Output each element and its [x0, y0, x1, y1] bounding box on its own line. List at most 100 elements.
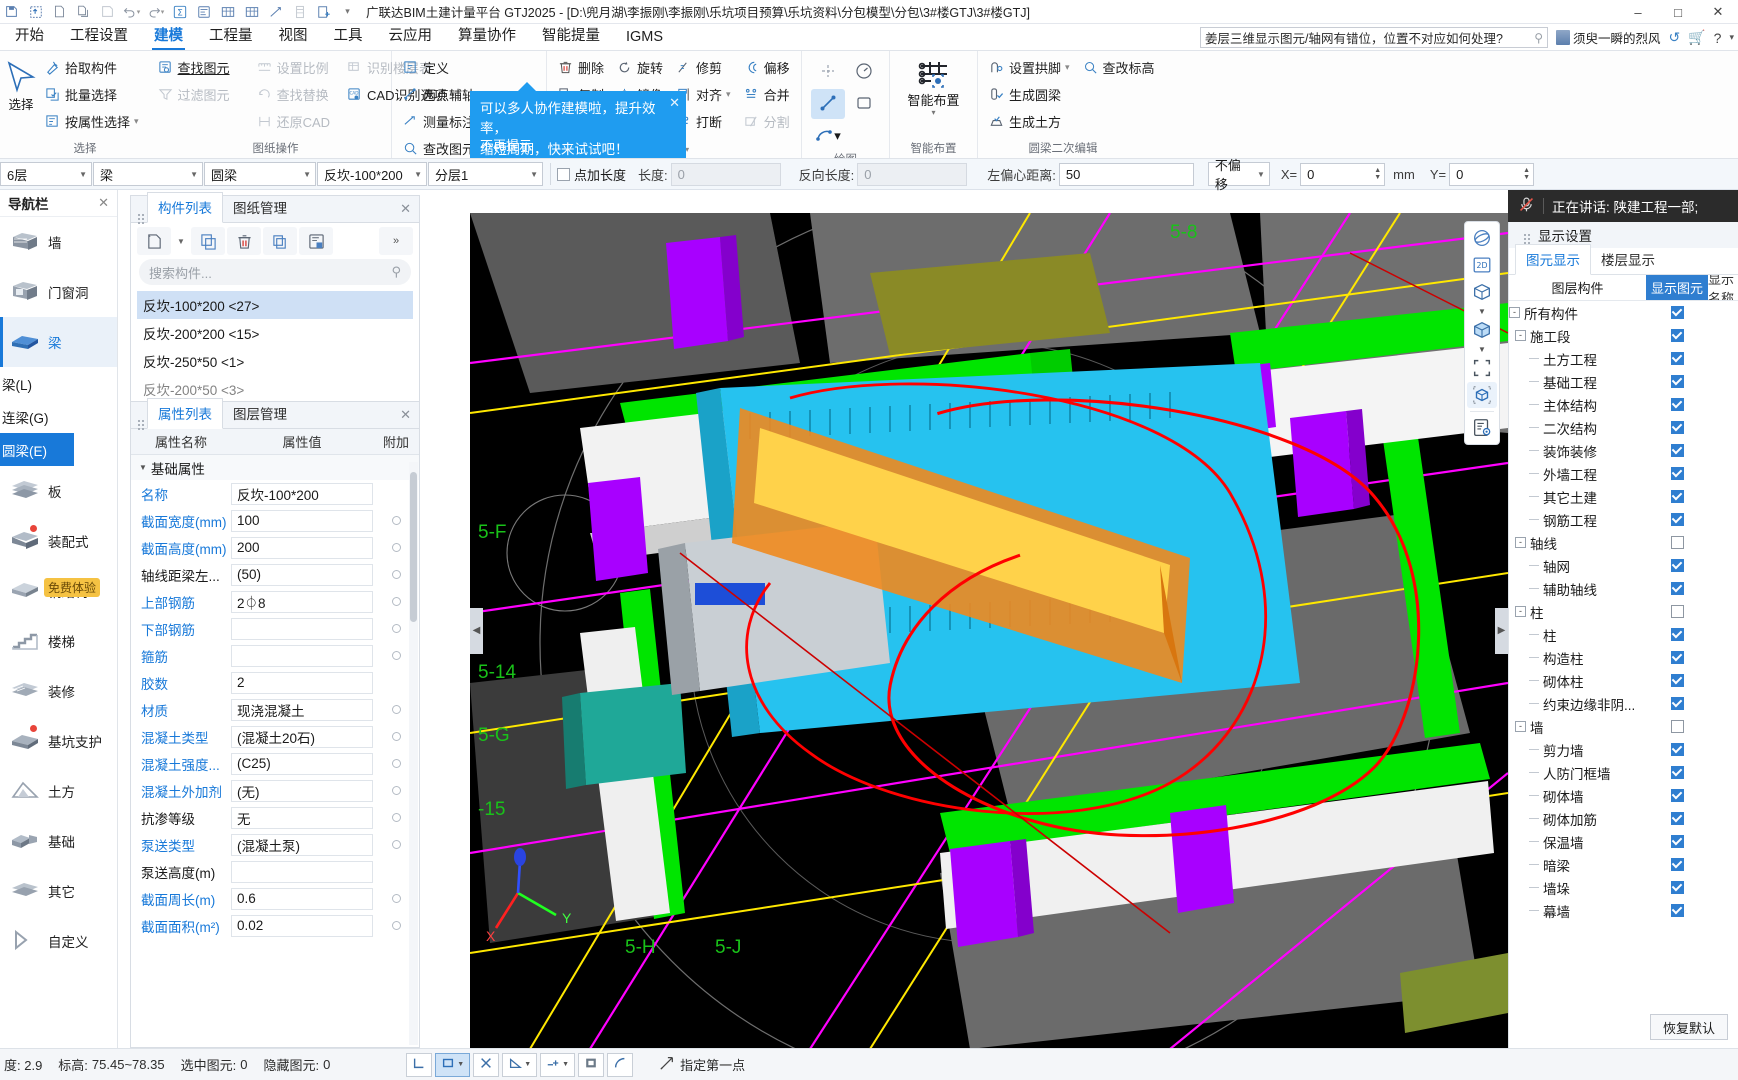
draw-point-button[interactable]: [811, 57, 845, 87]
close-button[interactable]: ✕: [1698, 0, 1738, 24]
table1-icon[interactable]: [218, 3, 237, 21]
layer-row[interactable]: 其它土建: [1509, 485, 1738, 508]
gen-earthwork-button[interactable]: 生成土方: [983, 108, 1075, 134]
layer-row[interactable]: 钢筋工程: [1509, 508, 1738, 531]
show-element-checkbox[interactable]: [1646, 720, 1708, 733]
chevron-down-icon[interactable]: ▾: [1065, 62, 1070, 73]
show-element-checkbox[interactable]: [1646, 812, 1708, 825]
menu-item-modeling[interactable]: 建模: [141, 22, 196, 50]
show-element-checkbox[interactable]: [1646, 881, 1708, 894]
grip-icon[interactable]: [1517, 234, 1533, 236]
show-element-checkbox[interactable]: [1646, 559, 1708, 572]
property-row-value[interactable]: 0.02: [231, 914, 373, 937]
draw-line-button[interactable]: [810, 89, 845, 119]
new-component-button[interactable]: [137, 227, 171, 255]
show-element-checkbox[interactable]: [1646, 789, 1708, 802]
tree-collapse-icon[interactable]: -: [1515, 606, 1526, 617]
layer-row[interactable]: 砌体墙: [1509, 784, 1738, 807]
new-icon[interactable]: [50, 3, 69, 21]
sidebar-item-wall[interactable]: 墙: [0, 217, 117, 267]
property-row-value[interactable]: 2⏀8: [231, 590, 373, 613]
property-row-value[interactable]: (50): [231, 563, 373, 586]
subcategory-select[interactable]: 圆梁 ▼: [204, 162, 316, 186]
layer-row[interactable]: 保温墙: [1509, 830, 1738, 853]
layer-row[interactable]: 人防门框墙: [1509, 761, 1738, 784]
dimension-button[interactable]: ▼: [540, 1052, 576, 1077]
sidebar-item-other[interactable]: 其它: [0, 866, 117, 916]
arc-snap-button[interactable]: [607, 1052, 634, 1077]
expand-panel-button[interactable]: »: [379, 227, 413, 255]
layer-row[interactable]: 外墙工程: [1509, 462, 1738, 485]
property-row-value[interactable]: 100: [231, 509, 373, 532]
cube-wire-button[interactable]: [1467, 279, 1497, 305]
user-account[interactable]: 须臾一瞬的烈风: [1555, 28, 1661, 47]
delete-component-button[interactable]: [227, 227, 261, 255]
layer-row[interactable]: 轴网: [1509, 554, 1738, 577]
chevron-down-icon[interactable]: ▾: [834, 128, 841, 144]
chevron-down-icon[interactable]: ▾: [1729, 32, 1734, 43]
property-row-value[interactable]: 反坎-100*200: [231, 482, 373, 505]
find-element-button[interactable]: 查找图元: [152, 54, 235, 80]
sidebar-subitem-beam-l[interactable]: 梁(L): [0, 367, 117, 400]
sidebar-item-slab[interactable]: 板: [0, 466, 117, 516]
global-search-input[interactable]: 姜层三维显示图元/轴网有错位，位置不对应如何处理? ⚲: [1199, 27, 1548, 48]
sidebar-item-earthwork[interactable]: 土方: [0, 766, 117, 816]
sidebar-item-pit-support[interactable]: 基坑支护: [0, 716, 117, 766]
search-component-input[interactable]: 搜索构件... ⚲: [139, 259, 411, 285]
property-row-value[interactable]: (无): [231, 779, 373, 802]
grip-icon[interactable]: [131, 420, 147, 428]
menu-item-quantity[interactable]: 工程量: [196, 22, 266, 50]
layer-row[interactable]: 剪力墙: [1509, 738, 1738, 761]
free-trial-badge[interactable]: 免费体验: [44, 578, 101, 597]
menu-item-cloud[interactable]: 云应用: [376, 22, 446, 50]
select-tool-button[interactable]: 选择: [5, 54, 37, 113]
show-element-checkbox[interactable]: [1646, 858, 1708, 871]
menu-item-igms[interactable]: IGMS: [613, 27, 676, 50]
display-settings-button[interactable]: [1467, 415, 1497, 441]
offset-button[interactable]: 偏移: [738, 54, 795, 80]
component-select[interactable]: 反坎-100*200 ▼: [317, 162, 427, 186]
angle-snap-button[interactable]: ▼: [502, 1052, 538, 1077]
sidebar-subitem-ring-beam[interactable]: 圆梁(E): [0, 433, 74, 466]
panel-collapse-handle-left[interactable]: ◀: [470, 607, 483, 654]
menu-item-project-settings[interactable]: 工程设置: [57, 22, 141, 50]
layer-row[interactable]: 构造柱: [1509, 646, 1738, 669]
layer-row[interactable]: 约束边缘非阴...: [1509, 692, 1738, 715]
view-3d-button[interactable]: [1467, 382, 1497, 408]
sidebar-item-foundation[interactable]: 基础: [0, 816, 117, 866]
show-element-checkbox[interactable]: [1646, 582, 1708, 595]
length-input[interactable]: 0: [670, 162, 781, 186]
draw-circle-button[interactable]: [847, 57, 881, 87]
show-element-checkbox[interactable]: [1646, 697, 1708, 710]
show-element-checkbox[interactable]: [1646, 605, 1708, 618]
layer-row[interactable]: - 所有构件: [1509, 301, 1738, 324]
menu-item-collaboration[interactable]: 算量协作: [445, 22, 529, 50]
x-input[interactable]: 0: [1300, 162, 1373, 186]
show-element-checkbox[interactable]: [1646, 513, 1708, 526]
check-elevation-button[interactable]: 查改标高: [1077, 54, 1160, 80]
close-icon[interactable]: ✕: [400, 201, 419, 222]
show-element-checkbox[interactable]: [1646, 674, 1708, 687]
draw-arc-button[interactable]: ▾: [811, 121, 845, 151]
layer-row[interactable]: 装饰装修: [1509, 439, 1738, 462]
floor-select[interactable]: 6层 ▼: [0, 162, 92, 186]
property-row-value[interactable]: 0.6: [231, 887, 373, 910]
gen-beam-button[interactable]: 生成圆梁: [983, 81, 1075, 107]
measure-icon[interactable]: [266, 3, 285, 21]
tab-property-list[interactable]: 属性列表: [147, 398, 223, 429]
show-element-checkbox[interactable]: [1646, 743, 1708, 756]
tree-collapse-icon[interactable]: -: [1515, 721, 1526, 732]
tab-component-list[interactable]: 构件列表: [147, 192, 223, 223]
property-row-value[interactable]: [231, 860, 373, 883]
minimize-button[interactable]: –: [1618, 0, 1658, 24]
copy-component-button[interactable]: [191, 227, 225, 255]
chevron-down-icon[interactable]: ▾: [931, 108, 935, 117]
redo-icon[interactable]: ▾: [146, 3, 165, 21]
refresh-icon[interactable]: ↺: [1669, 29, 1681, 46]
tab-floor-display[interactable]: 楼层显示: [1591, 245, 1665, 274]
tab-drawing-management[interactable]: 图纸管理: [223, 193, 297, 222]
chevron-down-icon[interactable]: ▼: [1467, 344, 1497, 354]
layer-row[interactable]: 砌体柱: [1509, 669, 1738, 692]
layer-row[interactable]: 二次结构: [1509, 416, 1738, 439]
sidebar-item-custom[interactable]: 自定义: [0, 916, 117, 966]
